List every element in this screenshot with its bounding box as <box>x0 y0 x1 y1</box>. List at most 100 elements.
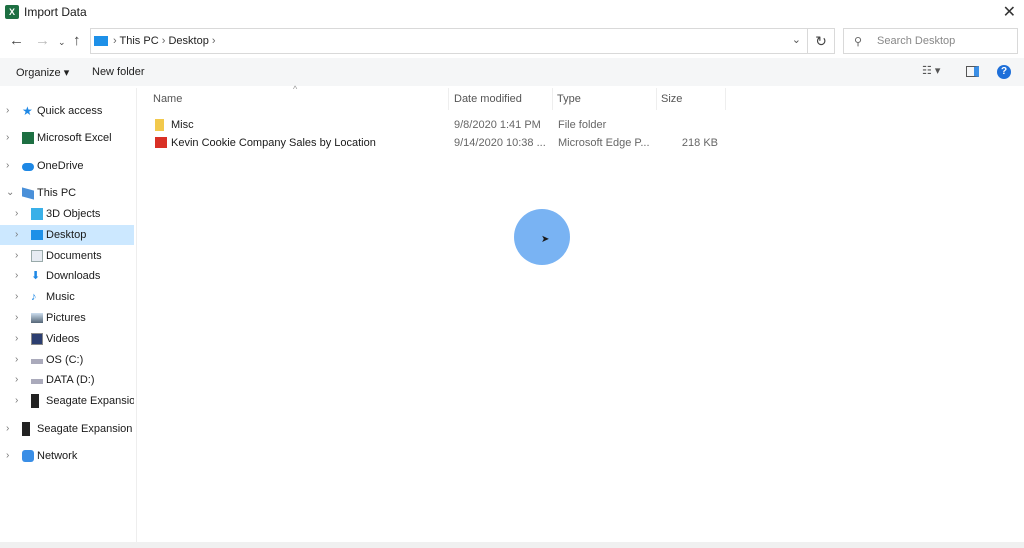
column-header-type[interactable]: Type <box>557 93 581 105</box>
chevron-right-icon[interactable]: › <box>6 128 9 148</box>
drive-icon <box>31 359 43 364</box>
chevron-right-icon[interactable]: › <box>15 391 18 411</box>
chevron-right-icon[interactable]: › <box>15 350 18 370</box>
toolbar: Organize ▾ New folder ☷ ▾ ? <box>0 58 1024 86</box>
sidebar-item-label: Videos <box>46 333 80 345</box>
sidebar-item-label: Seagate Expansion Drive <box>46 395 134 407</box>
search-placeholder: Search Desktop <box>877 35 956 47</box>
sidebar-item[interactable]: › ⬇ Downloads <box>0 266 134 286</box>
chevron-right-icon[interactable]: › <box>15 246 18 266</box>
new-folder-button[interactable]: New folder <box>92 66 145 78</box>
preview-pane-icon[interactable] <box>966 66 979 77</box>
search-input[interactable]: ⚲ Search Desktop <box>843 28 1018 54</box>
chevron-down-icon[interactable]: ⌄ <box>792 33 801 46</box>
sidebar-item-label: Network <box>37 450 78 462</box>
chevron-right-icon[interactable]: › <box>6 446 9 466</box>
sidebar-item-label: 3D Objects <box>46 208 101 220</box>
chevron-right-icon[interactable]: › <box>15 329 18 349</box>
column-header-date[interactable]: Date modified <box>454 93 522 105</box>
file-name: Misc <box>171 119 194 131</box>
up-button[interactable]: ↑ <box>73 32 81 49</box>
sidebar-item-label: This PC <box>37 187 77 199</box>
navigation-pane: › ★ Quick access › Microsoft Excel › OneDrive ⌄… <box>0 88 137 543</box>
sidebar-item[interactable]: › ♪ Music <box>0 287 134 307</box>
cloud-icon <box>22 163 34 171</box>
help-icon[interactable]: ? <box>997 65 1011 79</box>
column-divider[interactable] <box>656 88 657 110</box>
chevron-right-icon[interactable]: › <box>6 101 9 121</box>
column-header-name[interactable]: Name <box>153 93 182 105</box>
drive-icon <box>31 379 43 384</box>
recent-locations-button[interactable]: ⌄ <box>58 37 66 48</box>
file-name: Kevin Cookie Company Sales by Location <box>171 137 376 149</box>
chevron-right-icon[interactable]: › <box>6 419 9 439</box>
sidebar-item[interactable]: › Pictures <box>0 308 134 328</box>
sidebar-item-label: Quick access <box>37 105 103 117</box>
cube-icon <box>31 208 43 220</box>
chevron-down-icon[interactable]: ⌄ <box>6 183 14 203</box>
desktop-icon <box>31 230 43 240</box>
computer-icon <box>22 187 34 200</box>
sidebar-item[interactable]: › Videos <box>0 329 134 349</box>
sidebar-item[interactable]: › OneDrive <box>0 156 134 176</box>
sidebar-item[interactable]: › Microsoft Excel <box>0 128 134 148</box>
sidebar-item-label: Microsoft Excel <box>37 132 112 144</box>
sidebar-item-label: Desktop <box>46 229 87 241</box>
column-divider[interactable] <box>448 88 449 110</box>
sidebar-item[interactable]: › Seagate Expansion Drive <box>0 419 134 439</box>
sidebar-item[interactable]: › OS (C:) <box>0 350 134 370</box>
sidebar-item[interactable]: › Network <box>0 446 134 466</box>
column-divider[interactable] <box>552 88 553 110</box>
file-date: 9/14/2020 10:38 ... <box>454 137 546 149</box>
chevron-right-icon[interactable]: › <box>15 266 18 286</box>
window-title: Import Data <box>24 5 87 19</box>
column-divider[interactable] <box>725 88 726 110</box>
network-icon <box>22 450 34 462</box>
breadcrumb-desktop[interactable]: Desktop <box>168 35 208 47</box>
back-button[interactable]: ← <box>9 32 24 49</box>
refresh-button[interactable]: ↻ <box>808 28 835 54</box>
chevron-right-icon[interactable]: › <box>15 225 18 245</box>
sidebar-item[interactable]: › 3D Objects <box>0 204 134 224</box>
external-drive-icon <box>22 422 30 436</box>
sidebar-item-label: Pictures <box>46 312 86 324</box>
video-icon <box>31 333 43 345</box>
picture-icon <box>31 313 43 323</box>
sidebar-item[interactable]: › Desktop <box>0 225 134 245</box>
address-bar[interactable]: › This PC › Desktop › ⌄ <box>90 28 808 54</box>
pdf-icon <box>155 137 167 148</box>
file-type: File folder <box>558 119 607 131</box>
excel-icon: X <box>5 5 19 19</box>
organize-button[interactable]: Organize ▾ <box>16 66 69 79</box>
desktop-icon <box>94 36 108 46</box>
sidebar-item-label: OneDrive <box>37 160 84 172</box>
sidebar-item-label: OS (C:) <box>46 354 84 366</box>
close-button[interactable]: ✕ <box>1003 2 1016 22</box>
download-icon: ⬇ <box>31 270 41 282</box>
sidebar-item[interactable]: › DATA (D:) <box>0 370 134 390</box>
sidebar-item[interactable]: › Documents <box>0 246 134 266</box>
file-row[interactable]: Misc 9/8/2020 1:41 PM File folder <box>150 116 725 134</box>
file-size: 218 KB <box>681 137 718 149</box>
view-options-icon[interactable]: ☷ ▾ <box>922 64 940 77</box>
file-type: Microsoft Edge P... <box>558 137 650 149</box>
file-row[interactable]: Kevin Cookie Company Sales by Location 9/… <box>150 134 725 152</box>
sidebar-item[interactable]: › ★ Quick access <box>0 101 134 121</box>
chevron-right-icon[interactable]: › <box>15 370 18 390</box>
chevron-right-icon[interactable]: › <box>15 308 18 328</box>
document-icon <box>31 250 43 262</box>
sidebar-item[interactable]: › Seagate Expansion Drive <box>0 391 134 411</box>
chevron-right-icon[interactable]: › <box>6 156 9 176</box>
chevron-right-icon[interactable]: › <box>15 204 18 224</box>
breadcrumb-this-pc[interactable]: This PC <box>120 35 159 47</box>
search-icon: ⚲ <box>854 36 863 48</box>
sidebar-item-label: Music <box>46 291 75 303</box>
music-icon: ♪ <box>31 291 37 303</box>
sidebar-item[interactable]: ⌄ This PC <box>0 183 134 203</box>
external-drive-icon <box>31 394 39 408</box>
file-date: 9/8/2020 1:41 PM <box>454 119 541 131</box>
forward-button[interactable]: → <box>35 32 50 49</box>
column-header-size[interactable]: Size <box>661 93 682 105</box>
bottom-edge <box>0 542 1024 548</box>
chevron-right-icon[interactable]: › <box>15 287 18 307</box>
